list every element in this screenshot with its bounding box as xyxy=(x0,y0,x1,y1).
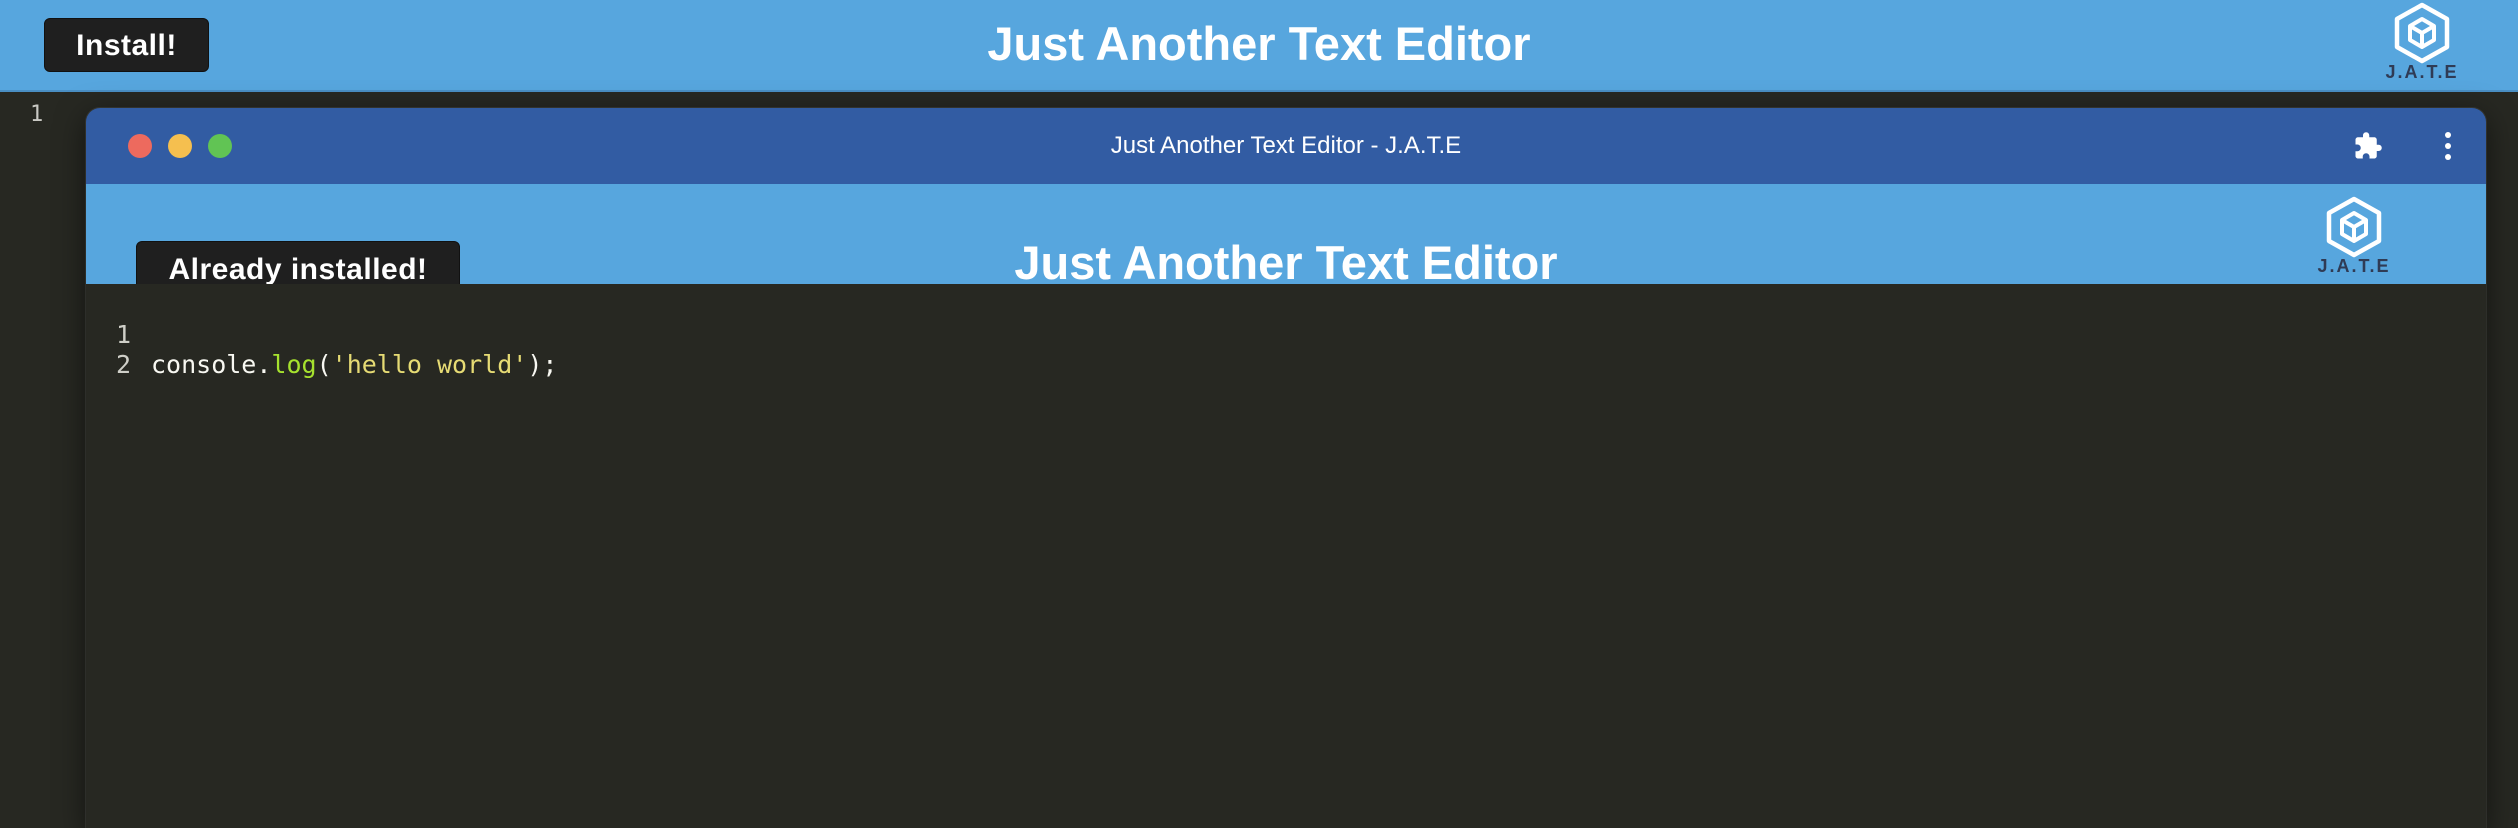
code-token: log xyxy=(271,350,317,379)
line-content[interactable]: console.log('hello world'); xyxy=(151,350,557,380)
app-header: Install! Just Another Text Editor J.A.T.… xyxy=(0,0,2518,92)
window-titlebar[interactable]: Just Another Text Editor - J.A.T.E xyxy=(86,108,2486,184)
line-number: 2 xyxy=(116,350,132,379)
code-editor[interactable]: 1 console.log('hello world'); 2 xyxy=(86,284,2486,828)
kebab-menu-icon[interactable] xyxy=(2430,128,2466,164)
puzzle-piece-icon[interactable] xyxy=(2350,128,2386,164)
code-token: . xyxy=(256,350,272,379)
hexagon-cube-icon xyxy=(2326,196,2382,258)
installed-app-window: Just Another Text Editor - J.A.T.E Alrea… xyxy=(86,108,2486,828)
code-token: 'hello world' xyxy=(331,350,528,379)
code-line: 1 console.log('hello world'); xyxy=(86,290,557,379)
code-token: ); xyxy=(527,350,558,379)
app-title: Just Another Text Editor xyxy=(987,17,1531,70)
code-line: 2 xyxy=(86,320,176,379)
code-token: ( xyxy=(316,350,332,379)
inner-app-logo: J.A.T.E xyxy=(2304,196,2404,277)
logo-text: J.A.T.E xyxy=(2385,62,2459,82)
logo-text: J.A.T.E xyxy=(2317,256,2391,276)
line-number: 1 xyxy=(30,102,44,127)
window-title: Just Another Text Editor - J.A.T.E xyxy=(1110,132,1462,159)
app-logo: J.A.T.E xyxy=(2372,2,2472,83)
hexagon-cube-icon xyxy=(2394,2,2450,64)
